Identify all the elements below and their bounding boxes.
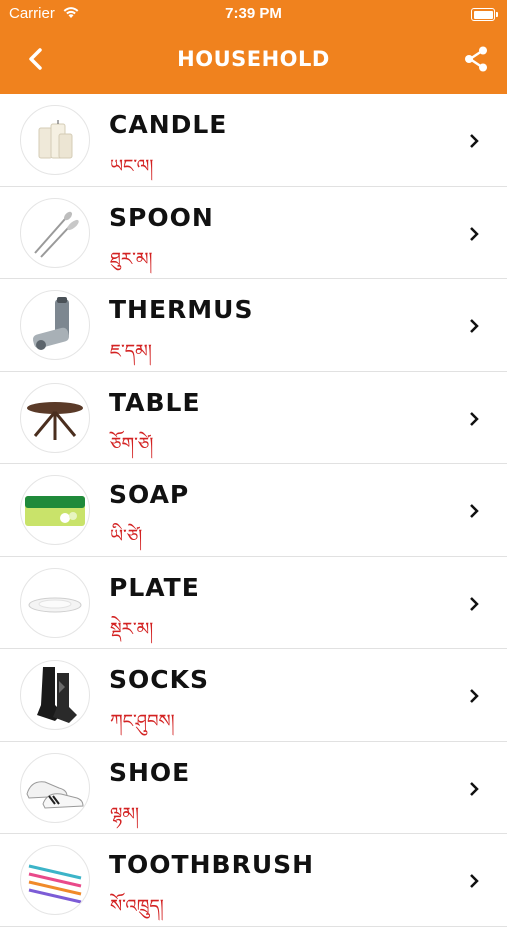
spoon-image: [20, 197, 90, 268]
chevron-right-icon: [470, 504, 479, 518]
chevron-right-icon: [470, 874, 479, 888]
chevron-right-icon: [470, 689, 479, 703]
item-name: SOAP: [109, 480, 190, 509]
list-item-toothbrush[interactable]: TOOTHBRUSH སོ་འཁྲུད།: [0, 834, 507, 927]
item-name: TOOTHBRUSH: [109, 850, 315, 879]
soap-image: [20, 475, 90, 545]
list-item-shoe[interactable]: SHOE ལྷམ།: [0, 742, 507, 834]
app-header: Carrier 7:39 PM HOUSEHOLD: [0, 0, 507, 94]
list-item-spoon[interactable]: SPOON ཐུར་མ།: [0, 187, 507, 279]
candle-image: [20, 105, 90, 175]
clock: 7:39 PM: [225, 5, 282, 22]
socks-image: [20, 660, 90, 730]
share-icon[interactable]: [459, 42, 493, 76]
item-name: SPOON: [109, 202, 214, 232]
shoe-image: [20, 752, 90, 823]
item-tibetan: སོ་འཁྲུད།: [110, 896, 164, 917]
chevron-right-icon: [470, 781, 479, 796]
list-item-soap[interactable]: SOAP ཡི་ཙེ།: [0, 464, 507, 557]
list-item-plate[interactable]: PLATE སྡེར་མ།: [0, 557, 507, 649]
chevron-right-icon: [470, 319, 479, 333]
plate-image: [20, 567, 90, 638]
battery-icon: [471, 8, 498, 21]
item-name: PLATE: [109, 572, 200, 602]
item-name: THERMUS: [109, 295, 254, 324]
item-name: SHOE: [109, 757, 191, 787]
page-title: HOUSEHOLD: [177, 47, 330, 71]
item-name: TABLE: [109, 387, 201, 417]
chevron-right-icon: [470, 596, 479, 611]
item-name: SOCKS: [109, 665, 209, 694]
thermos-image: [20, 290, 90, 360]
list-item-thermus[interactable]: THERMUS ཇ་དམ།: [0, 279, 507, 372]
chevron-right-icon: [470, 226, 479, 241]
chevron-right-icon: [470, 134, 479, 148]
list-item-candle[interactable]: CANDLE ཡང་ལ།: [0, 94, 507, 187]
household-list: CANDLE ཡང་ལ། SPOON ཐུར་མ། THERMUS ཇ་དམ། …: [0, 94, 507, 927]
chevron-right-icon: [470, 411, 479, 426]
list-item-socks[interactable]: SOCKS ཀང་ཤུབས།: [0, 649, 507, 742]
list-item-table[interactable]: TABLE ཅོག་ཙེ།: [0, 372, 507, 464]
status-bar: Carrier 7:39 PM: [0, 0, 507, 28]
item-name: CANDLE: [109, 110, 228, 139]
toothbrush-image: [20, 845, 90, 915]
navigation-bar: HOUSEHOLD: [0, 28, 507, 94]
table-image: [20, 382, 90, 453]
